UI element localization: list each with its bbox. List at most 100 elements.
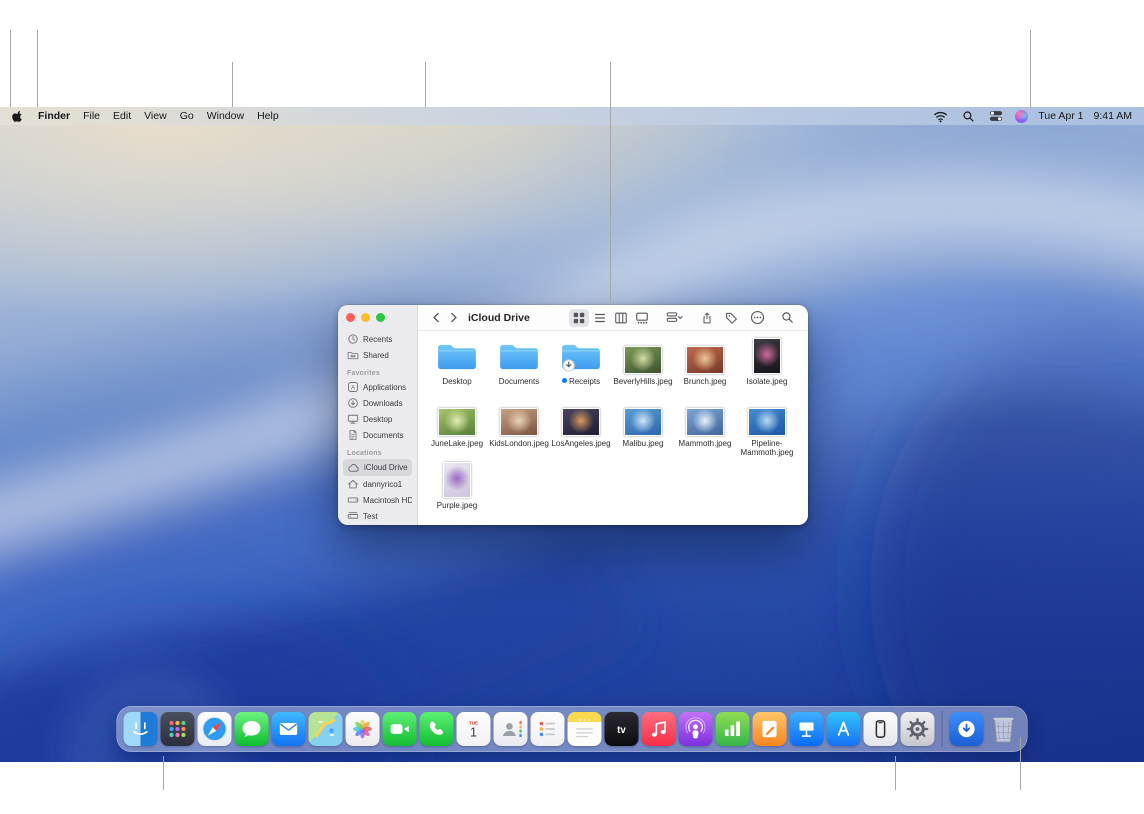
callout-dock-settings	[895, 756, 896, 790]
more-actions-button[interactable]	[748, 308, 767, 327]
close-button[interactable]	[346, 313, 355, 322]
active-app-name[interactable]: Finder	[38, 110, 70, 122]
menu-help[interactable]: Help	[257, 110, 279, 122]
menu-bar-date[interactable]: Tue Apr 1	[1038, 110, 1083, 122]
file-kidslondon-jpeg[interactable]: KidsLondon.jpeg	[488, 400, 550, 462]
sidebar-item-documents[interactable]: Documents	[343, 427, 412, 443]
dock-separator	[942, 711, 943, 747]
siri-icon[interactable]	[1015, 110, 1028, 123]
sync-status-dot	[562, 378, 567, 383]
back-button[interactable]	[428, 309, 445, 326]
image-thumbnail	[438, 400, 476, 436]
sidebar-item-label: Macintosh HD	[363, 496, 412, 505]
file-isolate-jpeg[interactable]: Isolate.jpeg	[736, 338, 798, 400]
tags-button[interactable]	[723, 309, 740, 326]
sidebar-item-macintosh-hd[interactable]: Macintosh HD	[343, 492, 412, 508]
image-thumbnail	[748, 400, 786, 436]
view-icons-button[interactable]	[569, 309, 589, 327]
file-documents[interactable]: Documents	[488, 338, 550, 400]
dock-phone[interactable]	[420, 712, 454, 746]
dock-reminders[interactable]	[531, 712, 565, 746]
shared-folder-icon	[347, 349, 359, 361]
dock-messages[interactable]	[235, 712, 269, 746]
home-icon	[347, 478, 359, 490]
view-columns-button[interactable]	[611, 309, 631, 327]
desktop-wallpaper: Finder File Edit View Go Window Help Tue Apr …	[0, 107, 1144, 762]
dock-iphone-mirroring[interactable]	[864, 712, 898, 746]
menu-view[interactable]: View	[144, 110, 167, 122]
dock-settings[interactable]	[901, 712, 935, 746]
dock-appstore[interactable]	[827, 712, 861, 746]
image-thumbnail	[500, 400, 538, 436]
file-purple-jpeg[interactable]: Purple.jpeg	[426, 462, 488, 524]
callout-dock-trash	[1020, 737, 1021, 790]
search-button[interactable]	[779, 309, 796, 326]
folder-icon	[559, 338, 603, 374]
group-by-button[interactable]	[664, 309, 685, 327]
file-beverlyhills-jpeg[interactable]: BeverlyHills.jpeg	[612, 338, 674, 400]
dock-launchpad[interactable]	[161, 712, 195, 746]
file-junelake-jpeg[interactable]: JuneLake.jpeg	[426, 400, 488, 462]
file-mammoth-jpeg[interactable]: Mammoth.jpeg	[674, 400, 736, 462]
dock-maps[interactable]	[309, 712, 343, 746]
menu-window[interactable]: Window	[207, 110, 244, 122]
external-drive-icon	[347, 510, 359, 522]
dock-photos[interactable]	[346, 712, 380, 746]
image-thumbnail	[562, 400, 600, 436]
dock-numbers[interactable]	[716, 712, 750, 746]
internal-drive-icon	[347, 494, 359, 506]
file-receipts[interactable]: Receipts	[550, 338, 612, 400]
file-label: Desktop	[442, 377, 471, 386]
spotlight-icon[interactable]	[960, 108, 977, 125]
file-losangeles-jpeg[interactable]: LosAngeles.jpeg	[550, 400, 612, 462]
dock-facetime[interactable]	[383, 712, 417, 746]
callout-menu-bar	[425, 62, 426, 107]
dock-notes[interactable]	[568, 712, 602, 746]
dock-music[interactable]	[642, 712, 676, 746]
callout-finder-window	[610, 62, 611, 303]
dock-calendar[interactable]: TUE1	[457, 712, 491, 746]
sidebar-item-applications[interactable]: AApplications	[343, 379, 412, 395]
sidebar-item-recents[interactable]: Recents	[343, 331, 412, 347]
menu-go[interactable]: Go	[180, 110, 194, 122]
file-label: Purple.jpeg	[437, 501, 477, 510]
applications-icon: A	[347, 381, 359, 393]
apple-menu[interactable]	[12, 110, 24, 122]
wifi-icon[interactable]	[931, 107, 950, 126]
svg-text:1: 1	[470, 726, 477, 740]
share-button[interactable]	[699, 310, 715, 326]
dock-podcasts[interactable]	[679, 712, 713, 746]
menu-items: File Edit View Go Window Help	[83, 110, 279, 122]
dock-keynote[interactable]	[790, 712, 824, 746]
dock-safari[interactable]	[198, 712, 232, 746]
view-list-button[interactable]	[590, 309, 610, 327]
menu-edit[interactable]: Edit	[113, 110, 131, 122]
sidebar-item-test[interactable]: Test	[343, 508, 412, 524]
view-gallery-button[interactable]	[632, 309, 652, 327]
file-pipeline-mammoth-jpeg[interactable]: Pipeline-Mammoth.jpeg	[736, 400, 798, 462]
dock-contacts[interactable]	[494, 712, 528, 746]
file-label: Pipeline-Mammoth.jpeg	[737, 439, 797, 458]
file-malibu-jpeg[interactable]: Malibu.jpeg	[612, 400, 674, 462]
sidebar-item-shared[interactable]: Shared	[343, 347, 412, 363]
control-center-icon[interactable]	[987, 107, 1005, 125]
file-brunch-jpeg[interactable]: Brunch.jpeg	[674, 338, 736, 400]
dock-mail[interactable]	[272, 712, 306, 746]
sidebar-item-dannyrico1[interactable]: dannyrico1	[343, 476, 412, 492]
file-desktop[interactable]: Desktop	[426, 338, 488, 400]
dock-pages[interactable]	[753, 712, 787, 746]
sidebar-item-downloads[interactable]: Downloads	[343, 395, 412, 411]
dock-downloads[interactable]	[950, 712, 984, 746]
menu-file[interactable]: File	[83, 110, 100, 122]
sidebar-item-desktop[interactable]: Desktop	[343, 411, 412, 427]
dock-finder[interactable]	[124, 712, 158, 746]
forward-button[interactable]	[445, 309, 462, 326]
sidebar-item-icloud-drive[interactable]: iCloud Drive	[343, 459, 412, 476]
dock-trash[interactable]	[987, 712, 1021, 746]
dock-tv[interactable]: tv	[605, 712, 639, 746]
zoom-button[interactable]	[376, 313, 385, 322]
minimize-button[interactable]	[361, 313, 370, 322]
sidebar-item-label: Recents	[363, 335, 392, 344]
file-label: Documents	[499, 377, 539, 386]
menu-bar-time[interactable]: 9:41 AM	[1093, 110, 1132, 122]
